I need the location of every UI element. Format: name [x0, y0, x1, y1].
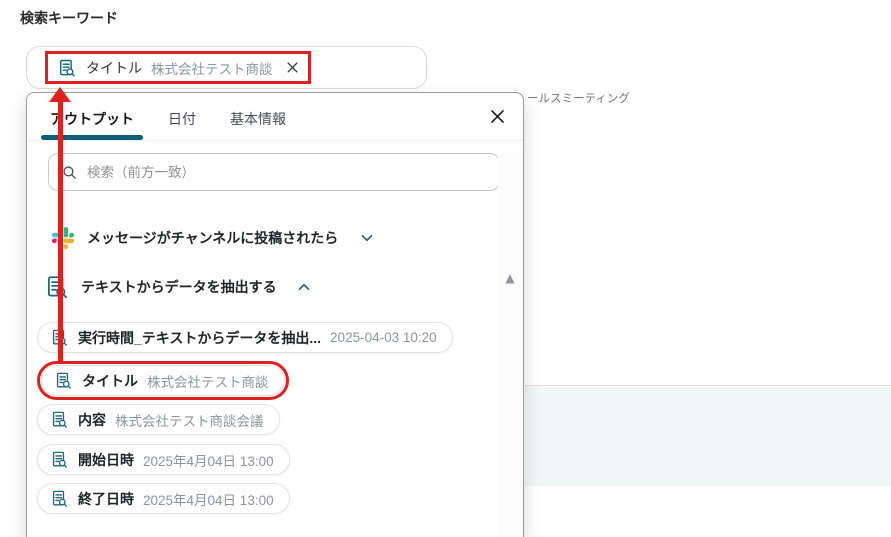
panel-tabs: アウトプット 日付 基本情報 — [27, 93, 523, 140]
extract-data-icon — [50, 450, 69, 469]
panel-search-input[interactable] — [87, 164, 487, 180]
keyword-chip[interactable]: タイトル 株式会社テスト商談 — [45, 51, 311, 84]
extract-row-label: テキストからデータを抽出する — [81, 279, 277, 295]
panel-search-box[interactable] — [48, 153, 500, 191]
pill-value: 株式会社テスト商談会議 — [115, 413, 264, 429]
screen: ールスミーティング 検索キーワード タイトル 株式会社テスト商談 アウトプット … — [0, 0, 891, 537]
output-item-execution-time[interactable]: 実行時間_テキストからデータを抽出... 2025-04-03 10:20 — [37, 322, 453, 353]
pill-label: 開始日時 — [78, 451, 134, 468]
extract-data-icon — [54, 371, 73, 390]
tabs-divider — [27, 140, 523, 141]
output-item-content[interactable]: 内容 株式会社テスト商談会議 — [37, 404, 280, 435]
chevron-up-icon — [295, 278, 313, 296]
output-item-title[interactable]: タイトル 株式会社テスト商談 — [37, 361, 289, 400]
chevron-down-icon — [358, 229, 376, 247]
pill-label: 内容 — [78, 411, 106, 428]
scroll-up-icon[interactable]: ▲ — [502, 271, 518, 285]
pill-value: 株式会社テスト商談 — [147, 374, 269, 390]
trigger-row-label: メッセージがチャンネルに投稿されたら — [87, 230, 339, 246]
panel-close-button[interactable] — [484, 103, 510, 129]
pill-value: 2025年4月04日 13:00 — [143, 453, 274, 469]
chip-remove-icon[interactable] — [285, 60, 300, 75]
pill-value: 2025年4月04日 13:00 — [143, 492, 274, 508]
pill-value: 2025-04-03 10:20 — [330, 330, 437, 345]
output-item-start-datetime[interactable]: 開始日時 2025年4月04日 13:00 — [37, 444, 290, 475]
search-keyword-field[interactable]: タイトル 株式会社テスト商談 — [26, 46, 427, 89]
search-icon — [61, 164, 78, 181]
scrollbar-track[interactable]: ▲ — [498, 151, 522, 537]
trigger-group-row[interactable]: メッセージがチャンネルに投稿されたら — [52, 227, 376, 249]
extract-data-icon — [50, 410, 69, 429]
extract-data-icon — [44, 274, 70, 300]
pill-label: 終了日時 — [78, 490, 134, 507]
pill-label: タイトル — [82, 372, 138, 389]
extract-data-icon — [57, 58, 77, 78]
chip-label: タイトル — [86, 59, 142, 76]
search-keyword-label: 検索キーワード — [20, 10, 118, 26]
tab-date[interactable]: 日付 — [168, 109, 196, 140]
chip-value: 株式会社テスト商談 — [151, 61, 273, 77]
extract-group-row[interactable]: テキストからデータを抽出する — [44, 274, 313, 300]
annotation-arrow-line — [58, 100, 63, 363]
close-icon — [490, 109, 504, 123]
background-highlight-band — [525, 385, 891, 486]
tab-basic-info[interactable]: 基本情報 — [230, 109, 286, 140]
output-item-end-datetime[interactable]: 終了日時 2025年4月04日 13:00 — [37, 483, 290, 514]
output-picker-panel: アウトプット 日付 基本情報 検索（前方一致） メッセージがチャンネルに投稿され… — [26, 92, 524, 537]
background-partial-text: ールスミーティング — [527, 93, 630, 105]
extract-data-icon — [50, 489, 69, 508]
slack-icon — [52, 227, 74, 249]
pill-label: 実行時間_テキストからデータを抽出... — [78, 329, 322, 346]
annotation-arrow-head-icon — [49, 87, 71, 102]
